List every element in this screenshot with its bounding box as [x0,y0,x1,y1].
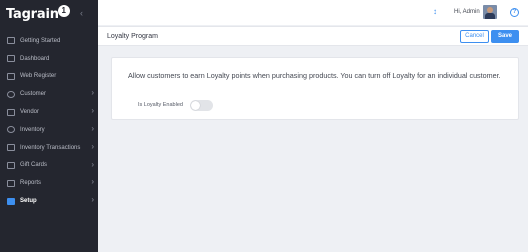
user-greeting[interactable]: Hi, Admin [454,9,480,15]
chevron-right-icon: › [91,195,94,205]
sidebar-item-label: Inventory [20,126,45,133]
sidebar-item-label: Web Register [20,73,57,80]
sidebar-item-inventory[interactable]: Inventory › [0,121,98,139]
inventory-icon [7,126,15,134]
chevron-right-icon: › [91,88,94,98]
help-icon[interactable]: ? [510,8,519,17]
loyalty-toggle-label: Is Loyalty Enabled [138,102,183,108]
sidebar-item-label: Getting Started [20,37,61,44]
dashboard-icon [7,55,15,63]
cancel-button[interactable]: Cancel [460,30,489,43]
avatar-body [485,13,495,19]
chevron-right-icon: › [91,123,94,133]
sidebar-item-label: Vendor [20,109,40,116]
loyalty-settings-card: Allow customers to earn Loyalty points w… [111,57,519,120]
sidebar-item-label: Customer [20,91,47,98]
sidebar-item-getting-started[interactable]: Getting Started [0,32,98,50]
sidebar-item-gift-cards[interactable]: Gift Cards › [0,157,98,175]
chevron-left-icon[interactable]: ‹ [80,9,83,18]
brand-logo[interactable]: Tagrain 1 [6,4,70,24]
register-icon [7,72,15,80]
sidebar-item-dashboard[interactable]: Dashboard [0,50,98,68]
brand-name: Tagrain [6,6,59,22]
chevron-right-icon: › [91,106,94,116]
sidebar-item-label: Setup [20,198,37,205]
page-header: Loyalty Program Cancel Save [98,26,528,46]
sidebar-item-customer[interactable]: Customer › [0,85,98,103]
chevron-right-icon: › [91,177,94,187]
loyalty-description: Allow customers to earn Loyalty points w… [128,71,501,80]
sidebar-item-label: Dashboard [20,55,50,62]
transactions-icon [7,144,15,152]
sidebar: Tagrain 1 ‹ Getting Started Dashboard We… [0,0,98,252]
sidebar-item-reports[interactable]: Reports › [0,174,98,192]
sidebar-item-vendor[interactable]: Vendor › [0,103,98,121]
avatar[interactable] [483,5,497,19]
sidebar-item-label: Reports [20,180,42,187]
toggle-knob [191,101,200,110]
customer-icon [7,90,15,98]
gift-card-icon [7,161,15,169]
chevron-right-icon: › [91,141,94,151]
sidebar-item-inventory-transactions[interactable]: Inventory Transactions › [0,139,98,157]
brand-mark: 1 [57,5,70,17]
sync-icon[interactable]: ↕ [433,8,437,16]
loyalty-enabled-toggle[interactable] [190,100,213,111]
vendor-icon [7,108,15,116]
chevron-right-icon: › [91,159,94,169]
sidebar-item-label: Inventory Transactions [20,144,81,151]
sidebar-item-setup[interactable]: Setup › [0,192,98,210]
sidebar-item-label: Gift Cards [20,162,48,169]
sidebar-nav: Getting Started Dashboard Web Register C… [0,32,98,210]
save-button[interactable]: Save [491,30,519,43]
sidebar-item-web-register[interactable]: Web Register [0,68,98,86]
setup-icon [7,197,15,205]
reports-icon [7,179,15,187]
rocket-icon [7,37,15,45]
top-header: ↕ Hi, Admin ? [98,0,528,25]
page-title: Loyalty Program [107,33,158,40]
